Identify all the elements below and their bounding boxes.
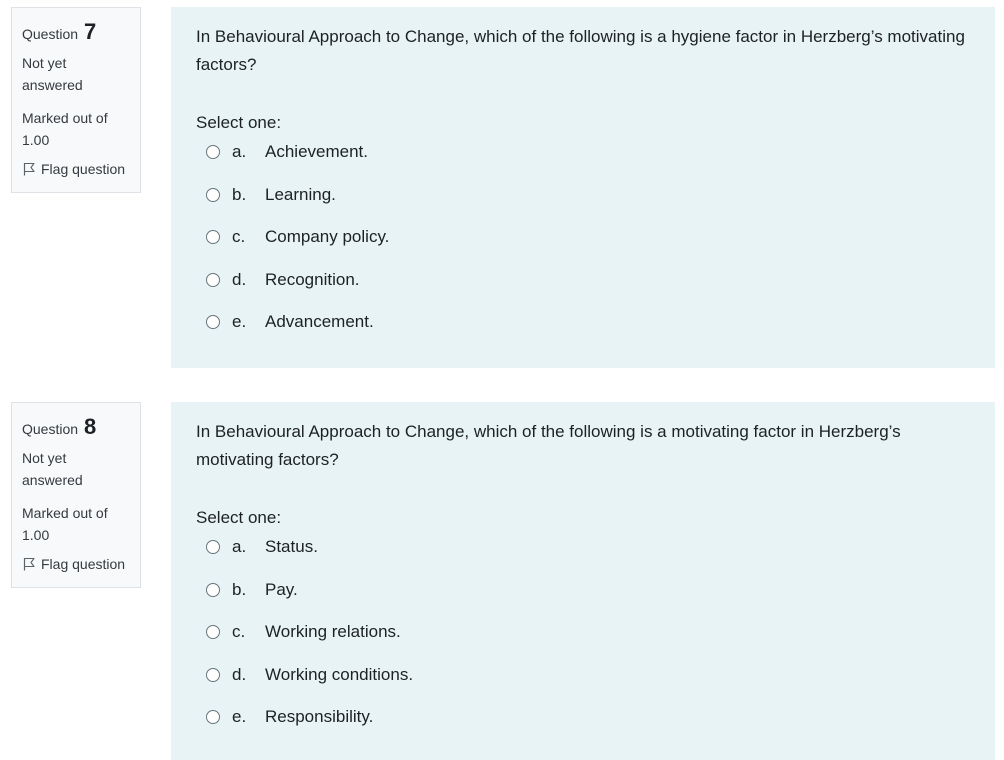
select-one-prompt: Select one:	[196, 508, 282, 527]
flag-question-label: Flag question	[41, 161, 126, 177]
question-info: Question 7 Not yet answered Marked out o…	[11, 7, 141, 193]
answer-letter: c.	[232, 622, 246, 641]
radio-button[interactable]	[206, 272, 220, 287]
radio-button[interactable]	[206, 315, 220, 329]
answer-text[interactable]: Status.	[265, 533, 318, 561]
question-state: Not yet answered	[22, 450, 83, 488]
answer-letter: b.	[232, 184, 247, 204]
answer-text[interactable]: Advancement.	[265, 308, 374, 336]
answer-list: a. Achievement. b. Learning. c. Company …	[196, 138, 971, 351]
question-grade: Marked out of 1.00	[22, 110, 108, 148]
answer-text[interactable]: Learning.	[265, 181, 336, 209]
question-number: Question 8	[22, 413, 130, 445]
flag-question-button[interactable]: Flag question	[22, 556, 130, 572]
question-label: Question	[22, 421, 79, 437]
answer-letter: a.	[232, 537, 247, 556]
question-number-value: 7	[83, 19, 97, 44]
flag-question-label: Flag question	[41, 556, 126, 572]
question-number: Question 7	[22, 18, 130, 50]
radio-button[interactable]	[206, 187, 220, 202]
answer-option-a[interactable]: a. Achievement.	[206, 138, 971, 181]
question-state: Not yet answered	[22, 55, 83, 93]
answer-text[interactable]: Pay.	[265, 576, 298, 604]
radio-button[interactable]	[206, 145, 220, 159]
flag-icon	[22, 557, 36, 571]
radio-button[interactable]	[206, 540, 220, 554]
answer-option-b[interactable]: b. Learning.	[206, 181, 971, 224]
answer-text[interactable]: Recognition.	[265, 266, 360, 294]
radio-button[interactable]	[206, 625, 220, 639]
radio-button[interactable]	[206, 667, 220, 682]
question-number-value: 8	[83, 414, 97, 439]
answer-text[interactable]: Working relations.	[265, 618, 401, 646]
answer-letter: e.	[232, 707, 247, 726]
answer-option-c[interactable]: c. Company policy.	[206, 223, 971, 266]
question-label: Question	[22, 26, 79, 42]
answer-letter: e.	[232, 312, 247, 331]
flag-icon	[22, 162, 36, 176]
answer-text[interactable]: Company policy.	[265, 223, 389, 251]
answer-letter: a.	[232, 142, 247, 161]
question-info: Question 8 Not yet answered Marked out o…	[11, 402, 141, 588]
question-text: In Behavioural Approach to Change, which…	[196, 27, 965, 74]
question-content: In Behavioural Approach to Change, which…	[171, 402, 995, 760]
flag-question-button[interactable]: Flag question	[22, 161, 130, 177]
question-grade: Marked out of 1.00	[22, 505, 108, 543]
question-content: In Behavioural Approach to Change, which…	[171, 7, 995, 368]
answer-option-c[interactable]: c. Working relations.	[206, 618, 971, 661]
question-text: In Behavioural Approach to Change, which…	[196, 422, 901, 469]
select-one-prompt: Select one:	[196, 113, 282, 132]
radio-button[interactable]	[206, 230, 220, 244]
answer-option-b[interactable]: b. Pay.	[206, 576, 971, 619]
answer-letter: c.	[232, 227, 246, 246]
radio-button[interactable]	[206, 710, 220, 724]
answer-option-e[interactable]: e. Responsibility.	[206, 703, 971, 746]
answer-letter: d.	[232, 664, 247, 684]
answer-letter: d.	[232, 269, 247, 289]
answer-option-a[interactable]: a. Status.	[206, 533, 971, 576]
answer-text[interactable]: Working conditions.	[265, 661, 413, 689]
answer-text[interactable]: Achievement.	[265, 138, 368, 166]
answer-option-e[interactable]: e. Advancement.	[206, 308, 971, 351]
answer-option-d[interactable]: d. Recognition.	[206, 266, 971, 309]
radio-button[interactable]	[206, 582, 220, 597]
answer-text[interactable]: Responsibility.	[265, 703, 373, 731]
answer-letter: b.	[232, 579, 247, 599]
answer-list: a. Status. b. Pay. c. Working relations.…	[196, 533, 971, 746]
answer-option-d[interactable]: d. Working conditions.	[206, 661, 971, 704]
